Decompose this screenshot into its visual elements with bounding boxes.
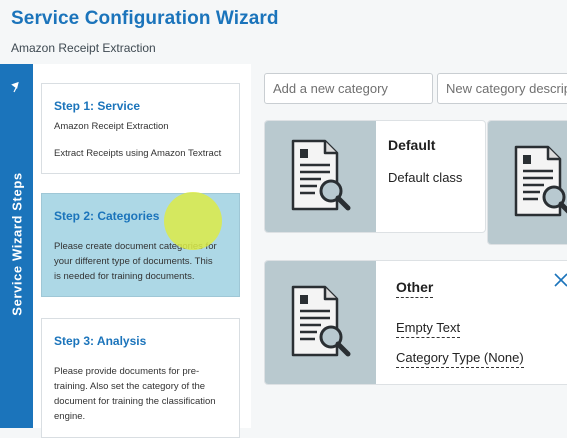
document-search-icon <box>291 139 351 211</box>
document-search-icon <box>291 285 351 357</box>
category-type-editable[interactable]: Category Type (None) <box>396 350 524 368</box>
card-image <box>488 121 567 244</box>
category-card[interactable] <box>487 120 567 245</box>
page-title: Service Configuration Wizard <box>11 8 279 29</box>
wizard-steps-tab[interactable]: Service Wizard Steps <box>0 64 33 428</box>
category-card-default[interactable]: Default Default class <box>264 120 486 233</box>
pin-icon[interactable] <box>9 79 23 93</box>
category-text-editable[interactable]: Empty Text <box>396 320 461 338</box>
step-title: Step 1: Service <box>54 99 141 113</box>
step-title: Step 3: Analysis <box>54 334 147 348</box>
category-title: Default <box>388 137 436 153</box>
category-description-field[interactable] <box>437 73 567 104</box>
step-service[interactable]: Step 1: Service Amazon Receipt Extractio… <box>41 83 240 174</box>
wizard-steps-tab-label: Service Wizard Steps <box>9 172 25 316</box>
step-title: Step 2: Categories <box>54 209 160 223</box>
step-description: Please provide documents for pre- <box>54 366 200 377</box>
card-image <box>265 121 376 232</box>
category-description: Default class <box>388 170 463 185</box>
category-card-other[interactable]: Other Empty Text Category Type (None) <box>264 260 567 385</box>
step-analysis[interactable]: Step 3: Analysis Please provide document… <box>41 318 240 438</box>
category-name-input[interactable] <box>265 74 432 103</box>
category-name-field[interactable] <box>264 73 433 104</box>
step-description: Amazon Receipt Extraction <box>54 121 169 132</box>
document-search-icon <box>514 145 567 217</box>
close-icon[interactable] <box>554 273 567 287</box>
header: Service Configuration Wizard Amazon Rece… <box>0 0 567 62</box>
step-description: training. Also set the category of the <box>54 381 206 392</box>
step-description: your different type of documents. This <box>54 256 213 267</box>
step-description: is needed for training documents. <box>54 271 195 282</box>
card-image <box>265 261 376 384</box>
step-description: document for training the classification <box>54 396 216 407</box>
page-subtitle: Amazon Receipt Extraction <box>11 41 156 55</box>
step-description: Extract Receipts using Amazon Textract <box>54 148 222 159</box>
category-title-editable[interactable]: Other <box>396 279 434 298</box>
step-description: engine. <box>54 411 86 422</box>
category-description-input[interactable] <box>438 74 567 103</box>
cursor-highlight <box>164 192 222 250</box>
